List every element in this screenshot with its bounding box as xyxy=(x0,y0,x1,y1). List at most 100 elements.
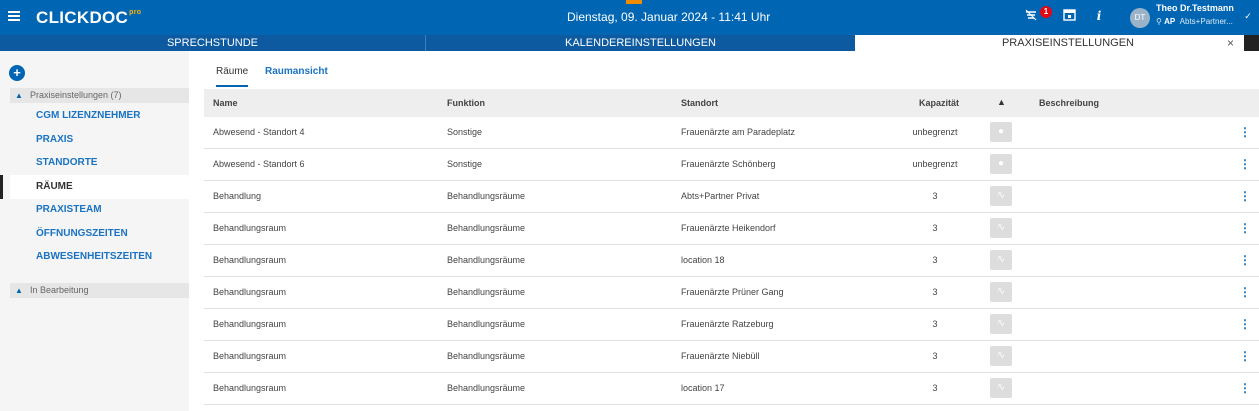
treatment-bed-icon: ∿ xyxy=(990,250,1012,270)
cell-name: Abwesend - Standort 6 xyxy=(213,159,305,169)
row-menu-icon[interactable]: ⋮ xyxy=(1239,125,1251,139)
cell-standort: Abts+Partner Privat xyxy=(681,191,760,201)
chevron-up-icon: ▲ xyxy=(15,286,23,295)
app-logo[interactable]: CLICKDOCpro xyxy=(36,8,141,28)
cell-kapazitaet: 3 xyxy=(932,287,938,297)
rooms-panel: Räume Raumansicht Name Funktion Standort… xyxy=(197,61,1259,411)
sidebar-item-raeume[interactable]: RÄUME xyxy=(10,175,189,199)
cell-funktion: Behandlungsräume xyxy=(447,383,526,393)
cell-standort: Frauenärzte Heikendorf xyxy=(681,223,776,233)
table-row[interactable]: Abwesend - Standort 4 Sonstige Frauenärzte… xyxy=(204,117,1259,149)
cell-funktion: Behandlungsräume xyxy=(447,351,526,361)
cell-name: Behandlungsraum xyxy=(213,287,287,297)
sidebar-item-praxisteam[interactable]: PRAXISTEAM xyxy=(10,198,189,222)
row-menu-icon[interactable]: ⋮ xyxy=(1239,285,1251,299)
table-row[interactable]: Behandlungsraum Behandlungsräume Frauenärz… xyxy=(204,341,1259,373)
group-praxiseinstellungen[interactable]: ▲ Praxiseinstellungen (7) xyxy=(10,88,189,103)
cell-standort: Frauenärzte am Paradeplatz xyxy=(681,127,796,137)
tab-sprechstunde[interactable]: SPRECHSTUNDE xyxy=(0,35,425,51)
add-button[interactable]: + xyxy=(9,65,25,81)
group-label: Praxiseinstellungen (7) xyxy=(30,90,122,100)
column-kapazitaet[interactable]: Kapazität xyxy=(919,98,959,108)
cell-kapazitaet: 3 xyxy=(932,319,938,329)
cell-kapazitaet: 3 xyxy=(932,351,938,361)
table-row[interactable]: Behandlungsraum Behandlungsräume Frauenärz… xyxy=(204,309,1259,341)
column-standort[interactable]: Standort xyxy=(681,98,718,108)
user-location: ⚲ AP Abts+Partner... xyxy=(1156,17,1233,26)
cell-funktion: Behandlungsräume xyxy=(447,287,526,297)
cell-funktion: Behandlungsräume xyxy=(447,255,526,265)
cell-standort: location 17 xyxy=(681,383,725,393)
cell-kapazitaet: unbegrenzt xyxy=(912,127,958,137)
treatment-bed-icon: ∿ xyxy=(990,218,1012,238)
row-menu-icon[interactable]: ⋮ xyxy=(1239,381,1251,395)
tab-kalendereinstellungen[interactable]: KALENDEREINSTELLUNGEN xyxy=(426,35,855,51)
group-in-bearbeitung[interactable]: ▲ In Bearbeitung xyxy=(10,283,189,298)
notifications-icon[interactable] xyxy=(1023,8,1039,24)
cell-name: Behandlung xyxy=(213,191,262,201)
menu-icon[interactable] xyxy=(8,9,24,23)
treatment-bed-icon: ∿ xyxy=(990,186,1012,206)
row-menu-icon[interactable]: ⋮ xyxy=(1239,253,1251,267)
column-name[interactable]: Name xyxy=(213,98,238,108)
treatment-bed-icon: ∿ xyxy=(990,282,1012,302)
cell-name: Behandlungsraum xyxy=(213,351,287,361)
treatment-bed-icon: ∿ xyxy=(990,378,1012,398)
shapes-icon: ▲ xyxy=(997,97,1006,107)
row-menu-icon[interactable]: ⋮ xyxy=(1239,189,1251,203)
cell-funktion: Behandlungsräume xyxy=(447,223,526,233)
row-menu-icon[interactable]: ⋮ xyxy=(1239,157,1251,171)
cell-standort: Frauenärzte Prüner Gang xyxy=(681,287,784,297)
top-header: CLICKDOCpro Dienstag, 09. Januar 2024 - … xyxy=(0,0,1259,35)
cell-standort: Frauenärzte Schönberg xyxy=(681,159,776,169)
row-menu-icon[interactable]: ⋮ xyxy=(1239,349,1251,363)
calendar-icon[interactable] xyxy=(1061,8,1077,24)
sidebar-item-standorte[interactable]: STANDORTE xyxy=(10,151,189,175)
sidebar-item-cgm-lizenznehmer[interactable]: CGM LIZENZNEHMER xyxy=(10,104,189,128)
cell-funktion: Behandlungsräume xyxy=(447,191,526,201)
cell-funktion: Sonstige xyxy=(447,127,483,137)
table-row[interactable]: Abwesend - Standort 6 Sonstige Frauenärzte… xyxy=(204,149,1259,181)
side-panel-toggle[interactable] xyxy=(1244,35,1259,51)
row-menu-icon[interactable]: ⋮ xyxy=(1239,317,1251,331)
table-header: Name Funktion Standort Kapazität ▲ Besch… xyxy=(204,89,1259,117)
info-icon[interactable]: i xyxy=(1091,8,1107,24)
close-tab-icon[interactable]: × xyxy=(1227,35,1234,51)
subtabs: Räume Raumansicht xyxy=(197,61,1259,87)
cell-name: Behandlungsraum xyxy=(213,383,287,393)
cell-funktion: Sonstige xyxy=(447,159,483,169)
table-row[interactable]: Behandlungsraum Behandlungsräume Frauenärz… xyxy=(204,213,1259,245)
table-row[interactable]: Behandlungsraum Behandlungsräume Frauenärz… xyxy=(204,277,1259,309)
column-beschreibung[interactable]: Beschreibung xyxy=(1039,98,1099,108)
table-row[interactable]: Behandlung Behandlungsräume Abts+Partner P… xyxy=(204,181,1259,213)
cell-name: Behandlungsraum xyxy=(213,255,287,265)
accent-tab xyxy=(626,0,642,4)
cell-kapazitaet: 3 xyxy=(932,255,938,265)
tab-raeume[interactable]: Räume xyxy=(216,65,249,87)
group-label: In Bearbeitung xyxy=(30,285,89,295)
cell-kapazitaet: 3 xyxy=(932,223,938,233)
treatment-bed-icon: ∿ xyxy=(990,346,1012,366)
cell-standort: location 18 xyxy=(681,255,725,265)
tab-raumansicht[interactable]: Raumansicht xyxy=(265,65,328,87)
table-row[interactable]: Behandlungsraum Behandlungsräume location … xyxy=(204,245,1259,277)
cell-name: Abwesend - Standort 4 xyxy=(213,127,305,137)
current-datetime: Dienstag, 09. Januar 2024 - 11:41 Uhr xyxy=(567,10,771,24)
chevron-up-icon: ▲ xyxy=(15,91,23,100)
cell-standort: Frauenärzte Ratzeburg xyxy=(681,319,774,329)
column-funktion[interactable]: Funktion xyxy=(447,98,485,108)
cell-kapazitaet: 3 xyxy=(932,191,938,201)
user-menu-chevron-icon[interactable]: ✓ xyxy=(1240,8,1256,24)
sidebar-item-abwesenheitszeiten[interactable]: ABWESENHEITSZEITEN xyxy=(10,245,189,269)
treatment-bed-icon: ∿ xyxy=(990,314,1012,334)
user-name[interactable]: Theo Dr.Testmann xyxy=(1156,3,1234,13)
tab-praxiseinstellungen[interactable]: PRAXISEINSTELLUNGEN xyxy=(855,35,1244,51)
sidebar-item-praxis[interactable]: PRAXIS xyxy=(10,128,189,152)
table-row[interactable]: Behandlungsraum Behandlungsräume location … xyxy=(204,373,1259,405)
row-menu-icon[interactable]: ⋮ xyxy=(1239,221,1251,235)
sidebar-item-oeffnungszeiten[interactable]: ÖFFNUNGSZEITEN xyxy=(10,222,189,246)
main-navigation: SPRECHSTUNDE KALENDEREINSTELLUNGEN PRAXI… xyxy=(0,35,1259,51)
room-absence-icon: ● xyxy=(990,122,1012,142)
avatar[interactable]: DT xyxy=(1130,8,1150,28)
cell-name: Behandlungsraum xyxy=(213,223,287,233)
